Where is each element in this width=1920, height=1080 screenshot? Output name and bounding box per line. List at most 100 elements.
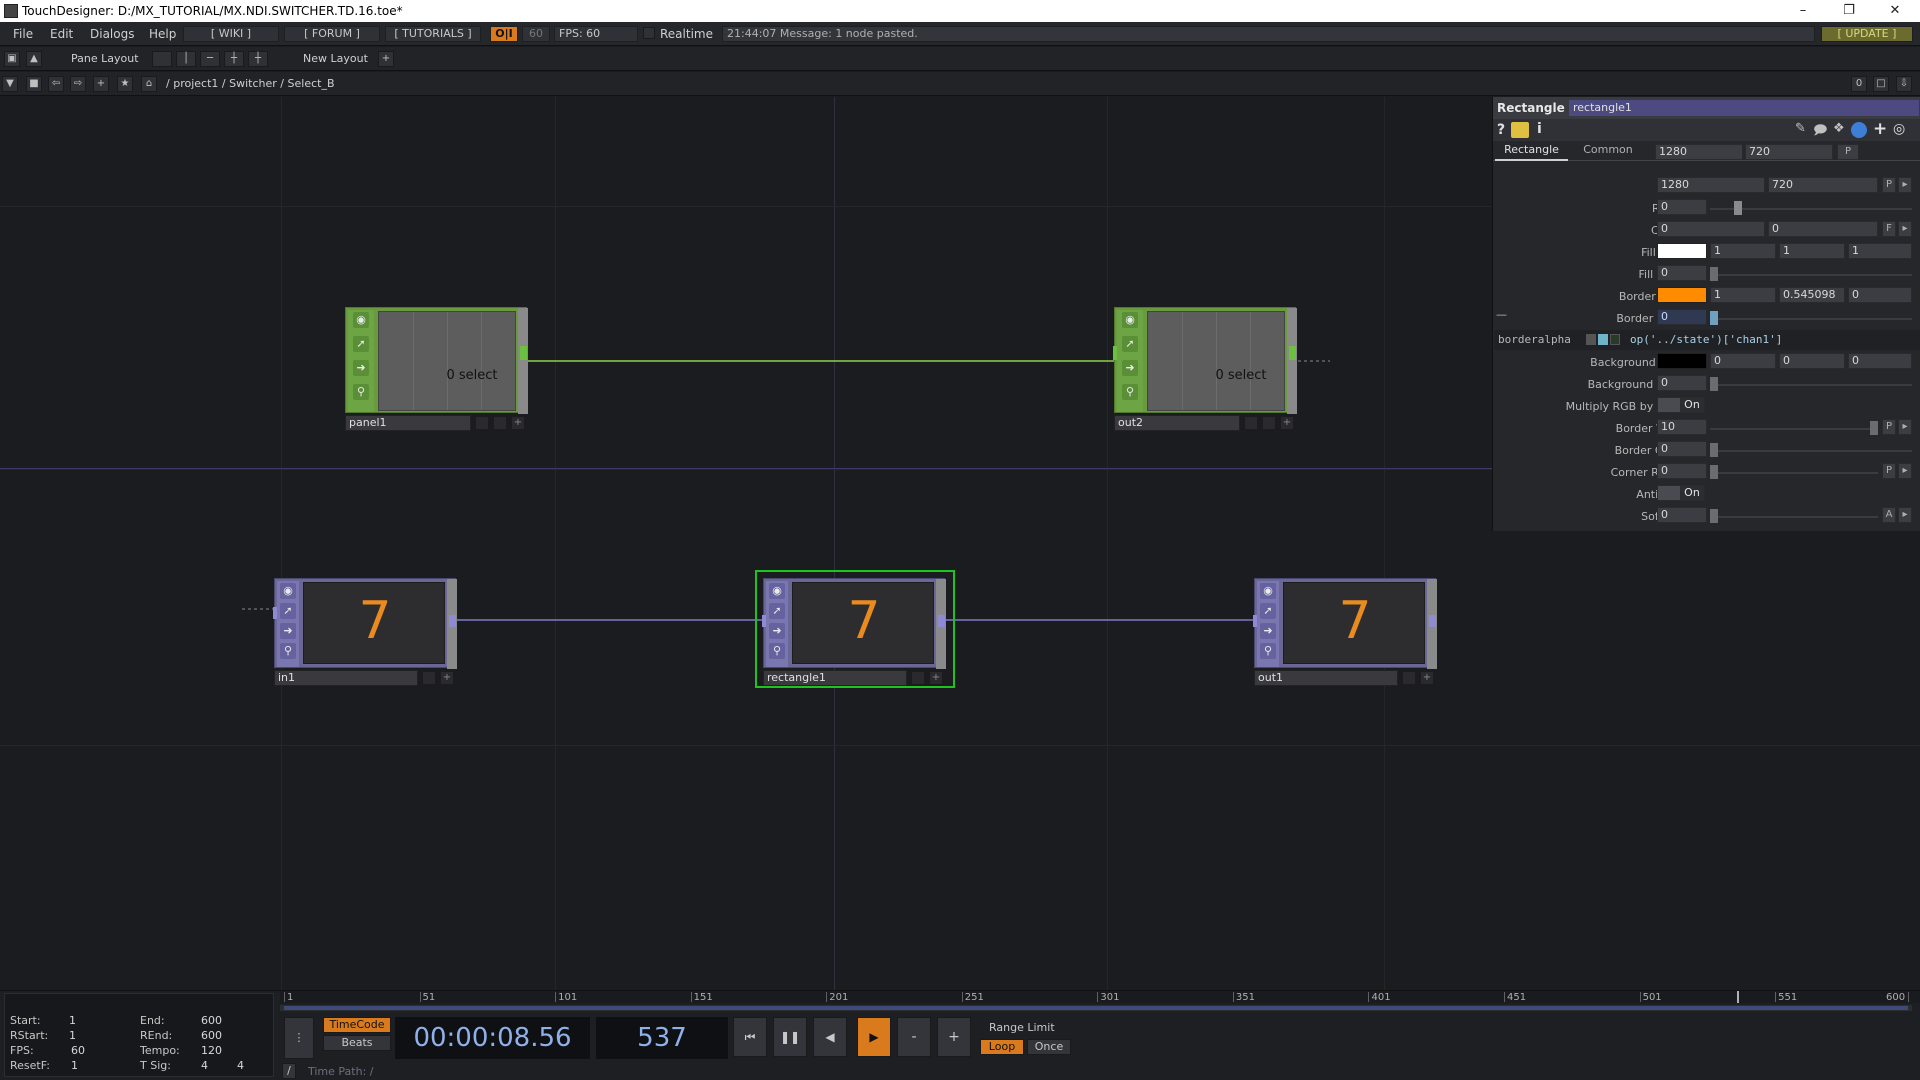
layout-split-h-icon[interactable]: ─	[200, 51, 220, 67]
fill-alpha-slider[interactable]	[1710, 274, 1912, 276]
update-button[interactable]: [ UPDATE ]	[1821, 26, 1913, 42]
export-arrow-icon[interactable]: ➜	[769, 623, 785, 639]
corner-radius-slider-knob[interactable]	[1710, 465, 1718, 479]
viewer-icon[interactable]: ◉	[1260, 583, 1276, 599]
loop-button[interactable]: Loop	[980, 1039, 1024, 1055]
center-mode-button[interactable]: F	[1882, 221, 1896, 237]
node-panel1-body[interactable]: ◉ ➚ ➜ ⚲ 0 select	[345, 307, 528, 414]
border-width-menu-arrow-icon[interactable]: ▸	[1898, 419, 1912, 435]
tempo-value[interactable]: 120	[201, 1044, 222, 1057]
timeline-ruler[interactable]: 1 51 101 151 201 251 301 351 401 451 501 551 600	[280, 991, 1920, 1003]
cook-icon[interactable]: ➚	[1122, 336, 1138, 352]
collapse-expression-icon[interactable]: —	[1496, 308, 1507, 321]
size-y-field[interactable]: 720	[1745, 144, 1833, 160]
step-plus-button[interactable]: +	[937, 1017, 971, 1057]
python-icon[interactable]	[1851, 122, 1867, 138]
forward-icon[interactable]: ⇨	[70, 76, 86, 92]
node-flag-button[interactable]	[475, 416, 489, 430]
frame-display[interactable]: 537	[596, 1017, 728, 1059]
home-icon[interactable]: ⌂	[141, 76, 157, 92]
pane-type-icon[interactable]: ■	[26, 76, 42, 92]
corner-radius-mode-button[interactable]: P	[1882, 463, 1896, 479]
rotate-slider-knob[interactable]	[1734, 201, 1742, 215]
node-display-button[interactable]	[911, 671, 925, 685]
border-alpha-field[interactable]: 0	[1657, 309, 1707, 325]
output-connector[interactable]	[938, 615, 945, 627]
layout-three-icon[interactable]: ┼	[224, 51, 244, 67]
tutorials-button[interactable]: [ TUTORIALS ]	[385, 26, 481, 42]
node-expand-button[interactable]: +	[1280, 416, 1294, 430]
maximize-pane-icon[interactable]: □	[1873, 76, 1889, 92]
border-width-slider-knob[interactable]	[1870, 421, 1878, 435]
export-arrow-icon[interactable]: ➜	[1260, 623, 1276, 639]
node-display-button[interactable]	[493, 416, 507, 430]
node-rectangle1-body[interactable]: ◉ ➚ ➜ ⚲ 7	[762, 578, 946, 669]
node-expand-button[interactable]: +	[1420, 671, 1434, 685]
mode-expression-icon[interactable]	[1598, 334, 1608, 345]
border-color-r-field[interactable]: 1	[1710, 287, 1776, 303]
bg-alpha-slider[interactable]	[1710, 384, 1912, 386]
bg-color-g-field[interactable]: 0	[1779, 353, 1845, 369]
layout-split-v-icon[interactable]: │	[176, 51, 196, 67]
python-help-icon[interactable]	[1511, 122, 1529, 138]
info-icon[interactable]: i	[1537, 121, 1542, 137]
node-name-label[interactable]: in1	[274, 670, 418, 686]
network-view-icon[interactable]: ▣	[4, 51, 20, 67]
output-connector[interactable]	[1429, 615, 1436, 627]
viewer-icon[interactable]: ◉	[1122, 312, 1138, 328]
cook-icon[interactable]: ➚	[1260, 603, 1276, 619]
node-display-button[interactable]	[422, 671, 436, 685]
breadcrumb-switcher[interactable]: Switcher	[229, 77, 277, 90]
pause-icon[interactable]: ❚❚	[773, 1017, 807, 1057]
fill-alpha-slider-knob[interactable]	[1710, 267, 1718, 281]
tab-common[interactable]: Common	[1573, 141, 1643, 161]
minimize-button[interactable]: –	[1780, 0, 1826, 22]
rotate-field[interactable]: 0	[1657, 199, 1707, 215]
fps-cap-field[interactable]: 60	[522, 26, 550, 42]
anti-alias-toggle[interactable]: On	[1657, 485, 1705, 501]
border-color-b-field[interactable]: 0	[1848, 287, 1912, 303]
timecode-display[interactable]: 00:00:08.56	[395, 1017, 590, 1059]
node-name-label[interactable]: out1	[1254, 670, 1398, 686]
viewer-icon[interactable]: ◉	[769, 583, 785, 599]
time-path-root-button[interactable]: /	[282, 1063, 296, 1079]
lock-icon[interactable]: ⚲	[1122, 384, 1138, 400]
softness-mode-button[interactable]: A	[1882, 507, 1896, 523]
pane-download-icon[interactable]: ⇩	[1896, 76, 1912, 92]
size-x-field[interactable]: 1280	[1655, 144, 1743, 160]
export-arrow-icon[interactable]: ➜	[280, 623, 296, 639]
node-expand-button[interactable]: +	[511, 416, 525, 430]
once-button[interactable]: Once	[1027, 1039, 1071, 1055]
bg-color-b-field[interactable]: 0	[1848, 353, 1912, 369]
size-mode-button[interactable]: P	[1882, 177, 1896, 193]
menu-help[interactable]: Help	[149, 27, 176, 41]
rstart-value[interactable]: 1	[69, 1029, 76, 1042]
mult-rgb-toggle[interactable]: On	[1657, 397, 1705, 413]
corner-radius-menu-arrow-icon[interactable]: ▸	[1898, 463, 1912, 479]
node-expand-button[interactable]: +	[440, 671, 454, 685]
output-connector[interactable]	[520, 346, 527, 360]
wiki-button[interactable]: [ WIKI ]	[183, 26, 279, 42]
clone-icon[interactable]: ❖	[1833, 121, 1845, 136]
node-name-label[interactable]: out2	[1114, 415, 1240, 431]
viewer-icon[interactable]: ◉	[353, 312, 369, 328]
corner-radius-slider[interactable]	[1710, 472, 1878, 474]
forum-button[interactable]: [ FORUM ]	[284, 26, 380, 42]
step-minus-button[interactable]: -	[897, 1017, 931, 1057]
node-in1-body[interactable]: ◉ ➚ ➜ ⚲ 7	[273, 578, 457, 669]
border-color-swatch[interactable]	[1657, 287, 1707, 303]
lock-icon[interactable]: ⚲	[769, 643, 785, 659]
border-color-g-field[interactable]: 0.545098	[1779, 287, 1845, 303]
op-name-field[interactable]: rectangle1	[1569, 100, 1919, 116]
target-icon[interactable]: ◎	[1893, 121, 1905, 137]
size-menu-arrow-icon[interactable]: ▸	[1898, 177, 1912, 193]
softness-slider[interactable]	[1710, 516, 1878, 518]
help-icon[interactable]: ?	[1497, 122, 1505, 138]
cook-icon[interactable]: ➚	[353, 336, 369, 352]
timeline-options-icon[interactable]: ⋮	[284, 1017, 314, 1059]
bg-alpha-field[interactable]: 0	[1657, 375, 1707, 391]
softness-field[interactable]: 0	[1657, 507, 1707, 523]
end-value[interactable]: 600	[201, 1014, 222, 1027]
border-offset-field[interactable]: 0	[1657, 441, 1707, 457]
playhead[interactable]	[1737, 991, 1740, 1003]
